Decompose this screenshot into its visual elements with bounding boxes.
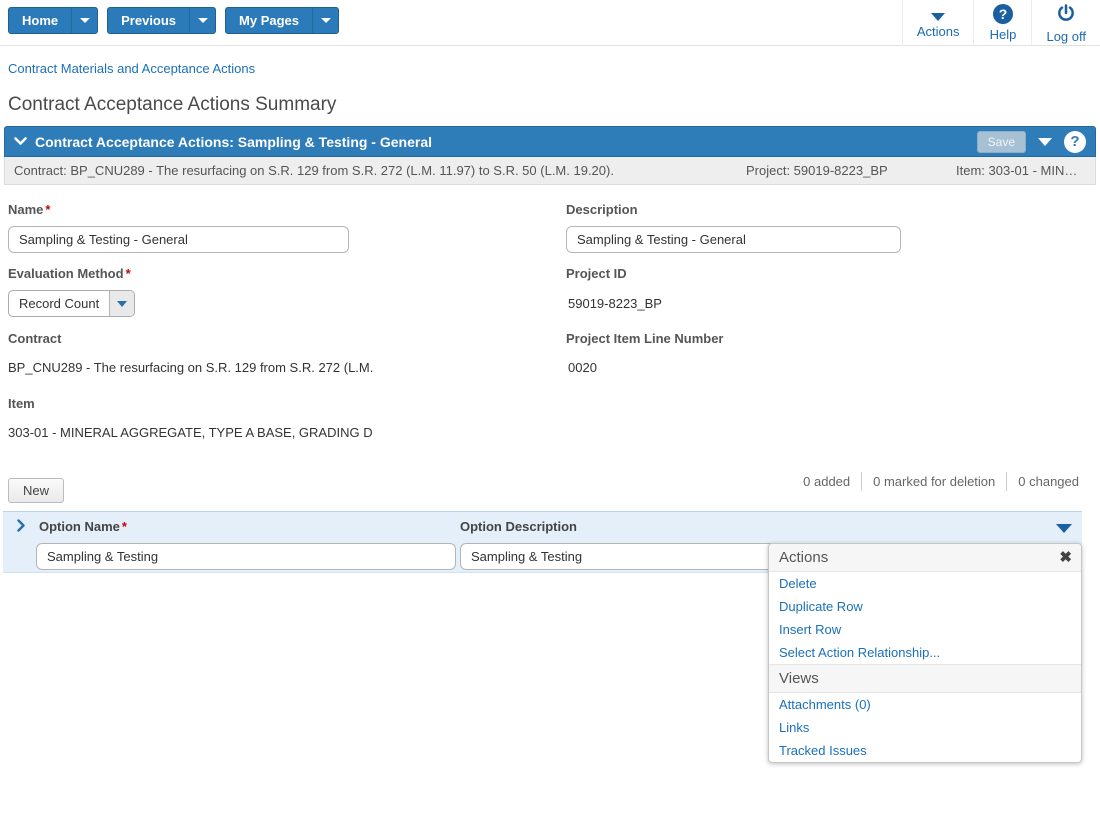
chevron-down-icon [321,18,331,23]
context-contract: Contract: BP_CNU289 - The resurfacing on… [14,163,614,178]
log-off-label: Log off [1046,29,1086,44]
project-id-label: Project ID [566,266,627,281]
item-value: 303-01 - MINERAL AGGREGATE, TYPE A BASE,… [8,425,373,440]
description-label: Description [566,202,638,217]
menu-section-views: Views [769,664,1081,693]
panel-title: Contract Acceptance Actions: Sampling & … [35,134,432,150]
power-icon [1056,3,1076,26]
save-button[interactable]: Save [977,131,1026,153]
project-item-line-number-value: 0020 [568,360,597,375]
previous-button-label: Previous [108,8,189,33]
option-name-input[interactable] [36,543,456,570]
name-label: Name* [8,202,50,217]
panel-header-controls: Save ? [977,131,1086,153]
context-item: Item: 303-01 - MIN… [956,163,1092,178]
required-asterisk: * [126,266,131,281]
evaluation-method-label: Evaluation Method* [8,266,131,281]
required-asterisk: * [122,519,127,534]
menu-item-insert-row[interactable]: Insert Row [769,618,1081,641]
my-pages-dropdown-toggle[interactable] [312,8,338,33]
actions-triangle-icon [931,13,945,21]
context-project: Project: 59019-8223_BP [746,163,888,178]
home-dropdown-toggle[interactable] [71,8,97,33]
context-strip: Contract: BP_CNU289 - The resurfacing on… [4,157,1096,185]
collapse-chevron-icon[interactable] [14,137,27,146]
global-actions-menu[interactable]: Actions [902,0,974,46]
menu-item-select-action-relationship[interactable]: Select Action Relationship... [769,641,1081,664]
menu-item-links[interactable]: Links [769,716,1081,739]
my-pages-button-label: My Pages [226,8,312,33]
description-input[interactable] [566,226,901,253]
menu-item-tracked-issues[interactable]: Tracked Issues [769,739,1081,762]
top-navigation-bar: Home Previous My Pages Actions ? Help Lo… [0,0,1100,46]
project-id-value: 59019-8223_BP [568,296,662,311]
previous-button[interactable]: Previous [107,7,216,34]
chevron-down-icon [117,301,127,307]
dropdown-arrow-section[interactable] [109,291,134,316]
previous-dropdown-toggle[interactable] [189,8,215,33]
actions-label: Actions [917,24,960,39]
required-asterisk: * [45,202,50,217]
nav-button-group: Home Previous My Pages [0,0,339,34]
help-icon: ? [993,4,1013,24]
home-button[interactable]: Home [8,7,98,34]
save-dropdown-icon[interactable] [1038,138,1052,146]
evaluation-method-dropdown[interactable]: Record Count [8,290,135,317]
evaluation-method-value: Record Count [9,291,109,316]
panel-header: Contract Acceptance Actions: Sampling & … [4,126,1096,157]
contract-value: BP_CNU289 - The resurfacing on S.R. 129 … [8,360,373,375]
contract-label: Contract [8,331,61,346]
menu-section-actions: Actions ✖ [769,544,1081,572]
new-button[interactable]: New [8,478,64,503]
help-button[interactable]: ? Help [973,0,1031,46]
page-title: Contract Acceptance Actions Summary [8,94,336,116]
help-label: Help [990,27,1017,42]
added-counter: 0 added [792,472,861,491]
option-name-column-label: Option Name* [39,519,127,534]
row-expand-chevron-icon[interactable] [17,519,26,537]
option-description-column-label: Option Description [460,519,577,534]
my-pages-button[interactable]: My Pages [225,7,339,34]
name-input[interactable] [8,226,349,253]
change-counters: 0 added 0 marked for deletion 0 changed [792,472,1090,491]
row-actions-popup-menu: Actions ✖ Delete Duplicate Row Insert Ro… [768,543,1082,763]
project-item-line-number-label: Project Item Line Number [566,331,723,346]
close-icon[interactable]: ✖ [1059,548,1072,566]
menu-item-attachments[interactable]: Attachments (0) [769,693,1081,716]
chevron-down-icon [198,18,208,23]
chevron-down-icon [80,18,90,23]
menu-item-duplicate-row[interactable]: Duplicate Row [769,595,1081,618]
panel-help-icon[interactable]: ? [1064,131,1086,153]
log-off-button[interactable]: Log off [1031,0,1100,46]
breadcrumb[interactable]: Contract Materials and Acceptance Action… [8,61,255,76]
item-label: Item [8,396,35,411]
marked-for-deletion-counter: 0 marked for deletion [861,472,1006,491]
row-actions-menu-icon[interactable] [1056,524,1072,533]
home-button-label: Home [9,8,71,33]
changed-counter: 0 changed [1006,472,1090,491]
utility-group: Actions ? Help Log off [902,0,1100,46]
menu-item-delete[interactable]: Delete [769,572,1081,595]
